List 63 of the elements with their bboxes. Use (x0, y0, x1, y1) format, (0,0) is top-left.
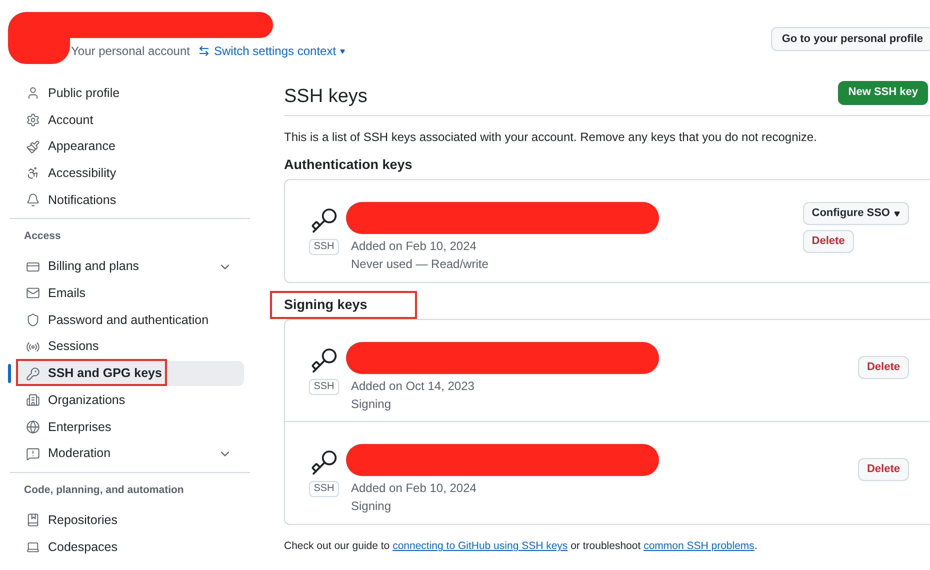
help-text: Check out our guide to connecting to GitHub using SSH keys or troubleshoot common SSH problems. (284, 539, 758, 554)
sidebar-item[interactable]: Password and authentication (18, 308, 244, 333)
report-icon (26, 446, 40, 461)
sidebar-item[interactable]: Emails (18, 280, 244, 306)
gear-icon (26, 113, 40, 128)
switch-icon (198, 45, 210, 57)
new-ssh-key-button[interactable]: New SSH key (838, 80, 928, 104)
section-heading: Authentication keys (283, 156, 414, 174)
key-icon (310, 206, 338, 234)
building-icon (26, 393, 40, 408)
delete-button[interactable]: Delete (858, 356, 909, 379)
key-type-badge: SSH (308, 379, 340, 395)
switch-context-link[interactable]: Switch settings context (214, 42, 346, 60)
key-usage: Signing (351, 396, 392, 413)
sidebar-item[interactable]: SSH and GPG keys (18, 361, 244, 386)
accessibility-icon (26, 166, 40, 180)
selection-bar (8, 364, 11, 384)
sidebar-item[interactable]: Repositories (18, 508, 244, 533)
sidebar-section-title: Access (23, 229, 62, 244)
mail-icon (26, 286, 40, 300)
caret-icon (894, 210, 900, 216)
paintbrush-icon (26, 140, 40, 154)
person-icon (26, 86, 40, 100)
page-title: SSH keys (284, 85, 368, 110)
laptop-icon (26, 540, 40, 554)
key-usage: Never used — Read/write (351, 256, 490, 273)
sidebar-item[interactable]: Organizations (18, 388, 244, 413)
sidebar-item[interactable]: Appearance (18, 134, 244, 160)
intro-text: This is a list of SSH keys associated with your account. Remove any keys that you do not recognize. (284, 129, 818, 145)
credit-card-icon (26, 260, 40, 274)
sidebar-item[interactable]: Notifications (18, 188, 244, 213)
key-icon (26, 366, 40, 381)
shield-icon (26, 313, 40, 328)
sidebar-item[interactable]: Sessions (18, 334, 244, 360)
sidebar-section-title: Code, planning, and automation (23, 482, 185, 498)
bell-icon (26, 193, 40, 208)
key-added-date: Added on Feb 10, 2024 (351, 238, 478, 255)
key-icon (310, 346, 338, 374)
sidebar-item[interactable]: Accessibility (18, 160, 244, 186)
section-heading: Signing keys (270, 291, 418, 319)
delete-button[interactable]: Delete (802, 230, 854, 253)
guide-link[interactable]: connecting to GitHub using SSH keys (392, 540, 568, 552)
sidebar-item[interactable]: Public profile (18, 80, 244, 106)
sidebar-item[interactable]: Codespaces (18, 534, 244, 560)
key-added-date: Added on Feb 10, 2024 (351, 480, 478, 497)
key-icon (310, 448, 338, 476)
caret-icon (340, 48, 346, 54)
delete-button[interactable]: Delete (858, 458, 909, 481)
sidebar-item[interactable]: Billing and plans (18, 254, 244, 280)
sidebar-item[interactable]: Moderation (18, 441, 244, 466)
key-type-badge: SSH (308, 239, 340, 255)
globe-icon (26, 420, 40, 434)
troubleshoot-link[interactable]: common SSH problems (644, 540, 754, 552)
sidebar-item[interactable]: Enterprises (18, 414, 244, 440)
key-added-date: Added on Oct 14, 2023 (351, 378, 476, 395)
profile-button[interactable]: Go to your personal profile (770, 27, 930, 51)
configure-sso-button[interactable]: Configure SSO (802, 202, 909, 225)
sidebar-item[interactable]: Account (18, 108, 244, 133)
broadcast-icon (26, 340, 40, 354)
account-label: Your personal account (71, 43, 190, 60)
key-type-badge: SSH (308, 481, 340, 497)
repository-icon (26, 513, 40, 528)
key-usage: Signing (351, 498, 392, 515)
